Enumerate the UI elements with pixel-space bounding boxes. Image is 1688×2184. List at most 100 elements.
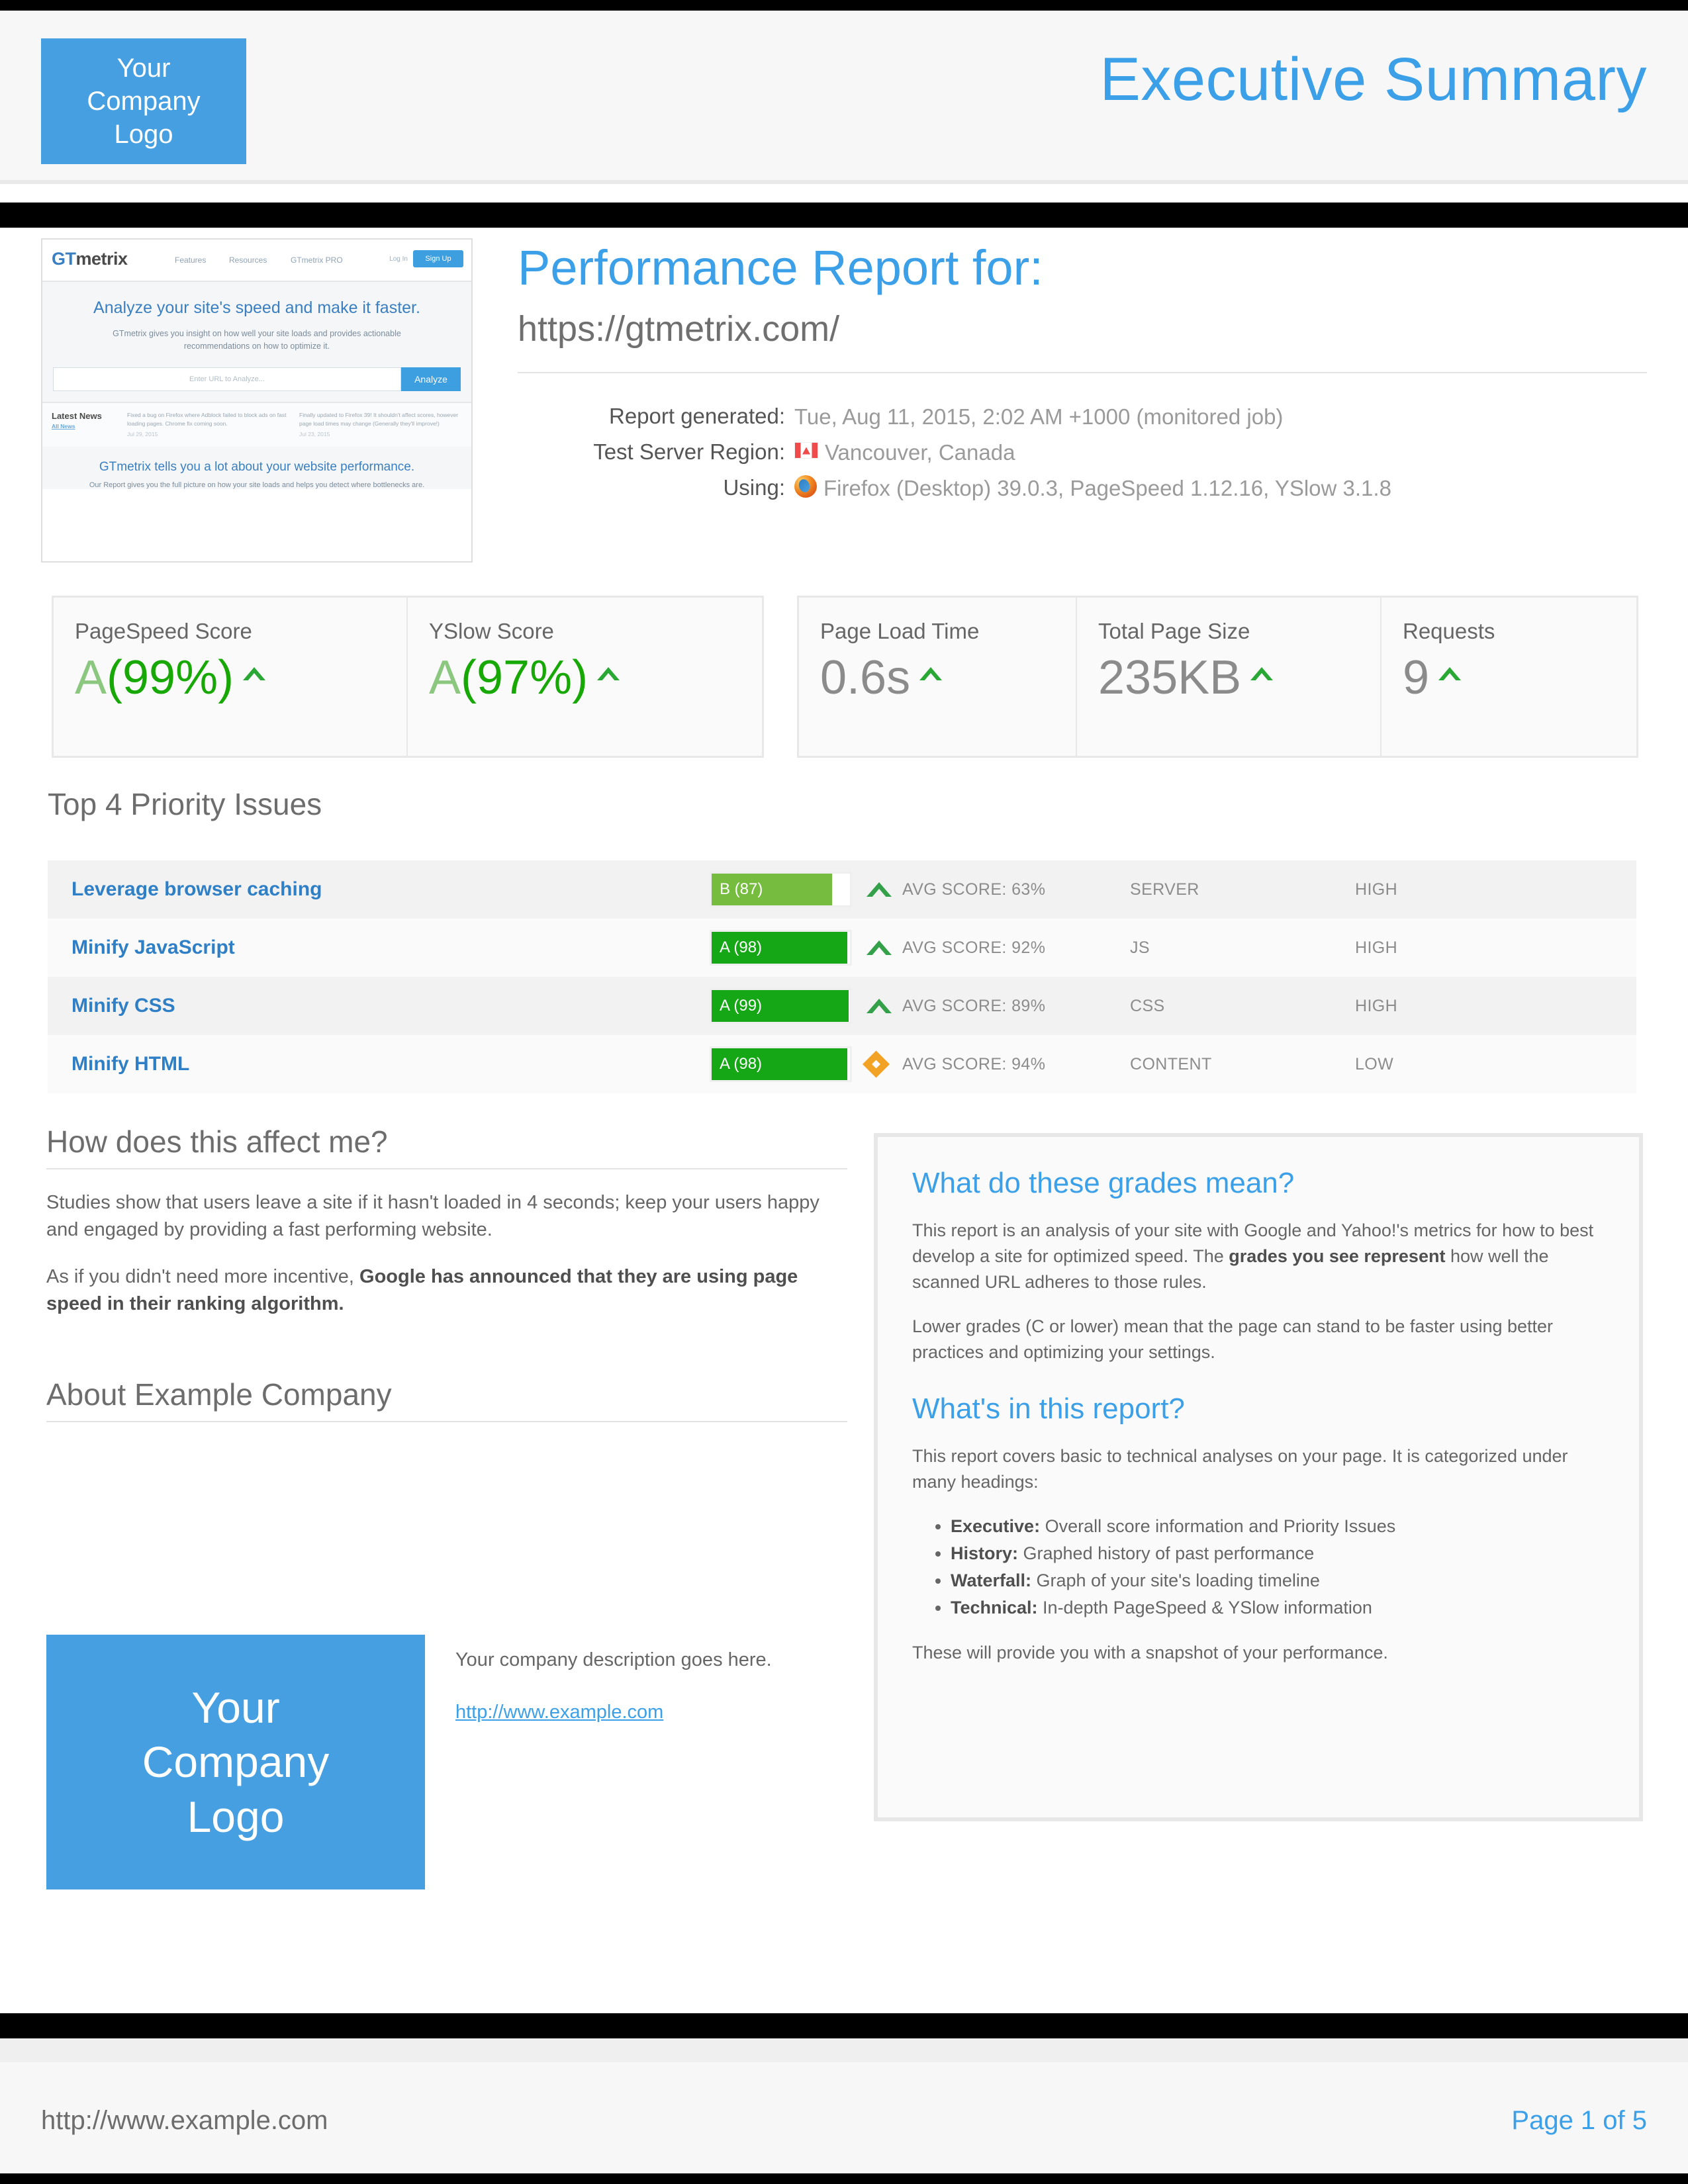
yslow-score-value: A (97%): [429, 654, 742, 702]
header-black-separator: [0, 203, 1688, 228]
affect-divider: [46, 1167, 847, 1169]
report-metadata: Report generated: Tue, Aug 11, 2015, 2:0…: [518, 402, 1647, 510]
page-load-time-cell: Page Load Time 0.6s: [799, 598, 1077, 756]
thumb-news-item-2: Finally updated to Firefox 39! It should…: [299, 411, 462, 439]
pagespeed-percent: (99%): [107, 651, 234, 704]
thumb-signup-button: Sign Up: [413, 250, 463, 267]
list-item-term: Executive:: [951, 1516, 1041, 1536]
metadata-row-using: Using: Firefox (Desktop) 39.0.3, PageSpe…: [518, 474, 1647, 502]
list-item-description: In-depth PageSpeed & YSlow information: [1037, 1598, 1372, 1617]
about-logo-line-3: Logo: [187, 1792, 285, 1841]
report-url: https://gtmetrix.com/: [518, 309, 840, 349]
report-contents-list-item: Executive: Overall score information and…: [951, 1513, 1605, 1540]
trend-up-icon: [243, 667, 266, 682]
priority-issue-priority: HIGH: [1355, 938, 1398, 957]
footer-grey-band: [0, 2038, 1688, 2062]
bottom-black-bar: [0, 2173, 1688, 2184]
pagespeed-grade: A: [75, 651, 107, 704]
priority-issue-priority: HIGH: [1355, 996, 1398, 1015]
requests-cell: Requests 9: [1382, 598, 1636, 756]
priority-issue-avg-score: AVG SCORE: 94%: [852, 1050, 1130, 1078]
about-divider: [46, 1420, 847, 1422]
list-item-description: Graphed history of past performance: [1018, 1543, 1315, 1563]
header-logo-line-1: Your: [117, 54, 171, 83]
about-section-header: About Example Company: [46, 1378, 847, 1422]
list-item-description: Graph of your site's loading timeline: [1031, 1570, 1320, 1590]
priority-issue-name[interactable]: Leverage browser caching: [48, 878, 710, 901]
thumb-login-link: Log In: [389, 255, 408, 263]
header-logo-line-2: Company: [87, 87, 201, 116]
metadata-row-region: Test Server Region: Vancouver, Canada: [518, 438, 1647, 467]
priority-issues-table: Leverage browser caching B (87) AVG SCORE:…: [48, 860, 1636, 1093]
thumb-url-input: Enter URL to Analyze...: [53, 367, 401, 391]
priority-issue-name[interactable]: Minify CSS: [48, 995, 710, 1017]
yslow-percent: (97%): [461, 651, 588, 704]
avg-score-text: AVG SCORE: 89%: [902, 996, 1046, 1015]
thumb-nav-pro: GTmetrix PRO: [291, 255, 343, 265]
thumb-footer-heading: GTmetrix tells you a lot about your webs…: [99, 460, 415, 474]
pagespeed-score-label: PageSpeed Score: [75, 619, 252, 643]
affect-paragraph-1: Studies show that users leave a site if …: [46, 1191, 820, 1240]
thumb-hero-sub: GTmetrix gives you insight on how well y…: [113, 329, 401, 351]
trend-up-icon: [597, 667, 620, 682]
about-company-logo: Your Company Logo: [46, 1635, 425, 1889]
pagespeed-score-cell: PageSpeed Score A (99%): [54, 598, 408, 756]
yslow-score-cell: YSlow Score A (97%): [408, 598, 762, 756]
priority-issue-type: CSS: [1130, 996, 1165, 1015]
thumb-hero: Analyze your site's speed and make it fa…: [42, 282, 471, 402]
about-company-link[interactable]: http://www.example.com: [455, 1702, 663, 1723]
trend-up-icon: [919, 667, 943, 682]
about-heading: About Example Company: [46, 1377, 392, 1412]
up-arrow-icon: [867, 999, 892, 1015]
priority-issue-type: CONTENT: [1130, 1054, 1212, 1073]
firefox-icon: [794, 475, 817, 498]
list-item-term: Technical:: [951, 1598, 1038, 1617]
grade-bar-label: A (98): [720, 938, 763, 956]
list-item-term: History:: [951, 1543, 1019, 1563]
report-contents-list-item: History: Graphed history of past perform…: [951, 1540, 1605, 1567]
metadata-value-region: Vancouver, Canada: [794, 438, 1647, 467]
priority-issue-row[interactable]: Minify HTML A (98) AVG SCORE: 94% CONTENT LO…: [48, 1035, 1636, 1093]
yslow-grade: A: [429, 651, 461, 704]
priority-issue-row[interactable]: Leverage browser caching B (87) AVG SCORE:…: [48, 860, 1636, 919]
grade-bar-label: A (98): [720, 1055, 763, 1073]
about-company-text: Your company description goes here. http…: [455, 1635, 772, 1889]
page-title: Executive Summary: [1100, 46, 1647, 113]
thumb-nav-resources: Resources: [229, 255, 267, 265]
score-summary: PageSpeed Score A (99%) YSlow Score A (97%…: [52, 596, 1638, 758]
report-title-divider: [518, 372, 1647, 373]
grades-info-panel: What do these grades mean? This report i…: [874, 1133, 1643, 1821]
about-company-description: Your company description goes here.: [455, 1649, 772, 1670]
metric-score-box: Page Load Time 0.6s Total Page Size 235K…: [797, 596, 1638, 758]
priority-issue-priority: LOW: [1355, 1054, 1394, 1073]
priority-issue-row[interactable]: Minify JavaScript A (98) AVG SCORE: 92% JS H…: [48, 919, 1636, 977]
thumb-news-date-2: Jul 23, 2015: [299, 431, 330, 438]
grades-panel-heading: What do these grades mean?: [912, 1167, 1295, 1199]
header-logo-line-3: Logo: [114, 120, 173, 149]
footer-url: http://www.example.com: [41, 2106, 328, 2135]
affect-section: How does this affect me? Studies show th…: [46, 1125, 847, 1337]
priority-issue-name[interactable]: Minify JavaScript: [48, 936, 710, 959]
priority-issue-avg-score: AVG SCORE: 63%: [852, 880, 1130, 899]
thumb-navbar: GTmetrix Features Resources GTmetrix PRO…: [42, 240, 471, 282]
up-arrow-icon: [867, 882, 892, 898]
priority-issue-grade-bar: A (98): [710, 1046, 852, 1082]
list-item-description: Overall score information and Priority I…: [1040, 1516, 1396, 1536]
about-logo-line-1: Your: [191, 1682, 280, 1732]
avg-score-text: AVG SCORE: 92%: [902, 938, 1046, 957]
footer-black-separator: [0, 2013, 1688, 2038]
metadata-row-generated: Report generated: Tue, Aug 11, 2015, 2:0…: [518, 402, 1647, 431]
thumb-brand-logo: GTmetrix: [52, 249, 128, 269]
footer-page-number: Page 1 of 5: [1511, 2106, 1647, 2135]
priority-issue-priority: HIGH: [1355, 880, 1398, 899]
report-contents-list: Executive: Overall score information and…: [912, 1513, 1605, 1621]
list-item-term: Waterfall:: [951, 1570, 1032, 1590]
priority-issue-type: SERVER: [1130, 880, 1199, 899]
grade-bar-label: A (99): [720, 997, 763, 1015]
priority-issue-name[interactable]: Minify HTML: [48, 1053, 710, 1075]
priority-issue-row[interactable]: Minify CSS A (99) AVG SCORE: 89% CSS HIGH: [48, 977, 1636, 1035]
page-load-time-label: Page Load Time: [820, 619, 980, 643]
up-arrow-icon: [867, 940, 892, 956]
thumb-news-title: Latest News All News: [52, 411, 118, 439]
diamond-icon: [862, 1050, 890, 1078]
